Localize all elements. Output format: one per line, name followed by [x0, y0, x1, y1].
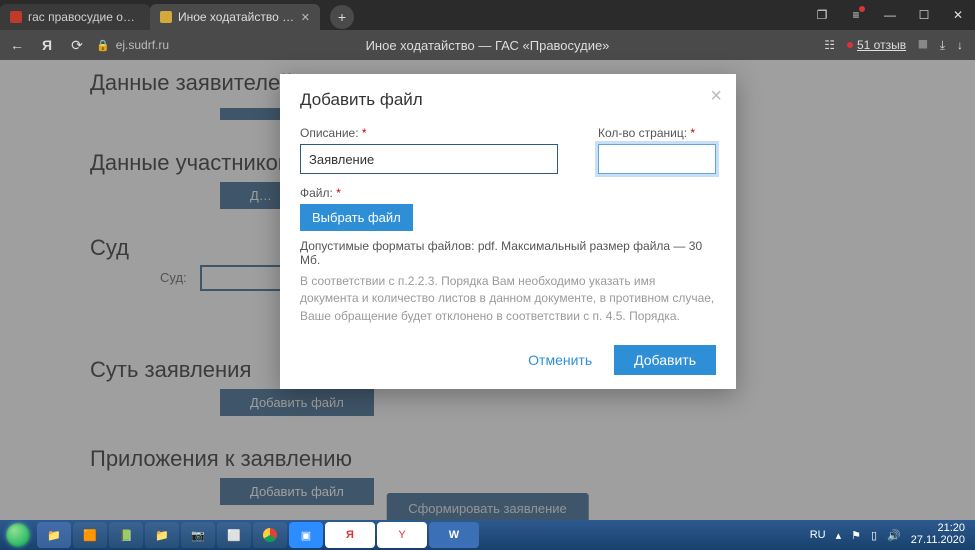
taskbar-chrome[interactable] — [253, 522, 287, 548]
windows-taskbar: 📁 🟧 📗 📁 📷 ⬜ ▣ Я Y W RU ▴ ⚑ ▯ 🔊 21:20 27.… — [0, 520, 975, 550]
tab-label: гас правосудие официаль — [28, 10, 140, 24]
file-hint: Допустимые форматы файлов: pdf. Максимал… — [300, 239, 716, 267]
file-note: В соответствии с п.2.2.3. Порядка Вам не… — [300, 273, 716, 325]
taskbar-app[interactable]: 📷 — [181, 522, 215, 548]
taskbar-yandex-search[interactable]: Я — [325, 522, 375, 548]
taskbar-app[interactable]: 🟧 — [73, 522, 107, 548]
file-label: Файл: * — [300, 186, 716, 200]
yandex-button[interactable]: Я — [36, 37, 58, 53]
window-copy-icon[interactable]: ❐ — [805, 0, 839, 30]
description-label: Описание: * — [300, 126, 574, 140]
window-maximize-button[interactable]: ☐ — [907, 0, 941, 30]
new-tab-button[interactable]: + — [330, 5, 354, 29]
browser-tab-active[interactable]: Иное ходатайство — Г… ✕ — [150, 4, 320, 30]
favicon — [160, 11, 172, 23]
window-titlebar: гас правосудие официаль Иное ходатайство… — [0, 0, 975, 30]
tab-label: Иное ходатайство — Г… — [178, 10, 295, 24]
modal-title: Добавить файл — [300, 90, 716, 110]
taskbar-yandex-browser[interactable]: Y — [377, 522, 427, 548]
taskbar-app[interactable]: 📁 — [37, 522, 71, 548]
add-button[interactable]: Добавить — [614, 345, 716, 375]
bookmark-icon[interactable]: ⯀ — [918, 38, 928, 53]
tray-network-icon[interactable]: ▯ — [871, 529, 877, 542]
browser-toolbar: ← Я ⟳ 🔒 ej.sudrf.ru Иное ходатайство — Г… — [0, 30, 975, 60]
description-input[interactable] — [300, 144, 558, 174]
cancel-button[interactable]: Отменить — [522, 351, 598, 369]
tray-flag-icon[interactable]: ⚑ — [851, 529, 861, 542]
favicon — [10, 11, 22, 23]
translate-icon[interactable]: ☷ — [824, 38, 835, 52]
tray-chevron-up-icon[interactable]: ▴ — [836, 529, 842, 542]
taskbar-zoom[interactable]: ▣ — [289, 522, 323, 548]
browser-tab-inactive[interactable]: гас правосудие официаль — [0, 4, 150, 30]
pages-input[interactable] — [598, 144, 716, 174]
reload-button[interactable]: ⟳ — [66, 37, 88, 54]
tray-lang[interactable]: RU — [810, 529, 826, 541]
url-text: ej.sudrf.ru — [116, 38, 169, 52]
start-button[interactable] — [0, 520, 36, 550]
back-button[interactable]: ← — [6, 37, 28, 53]
pages-label: Кол-во страниц: * — [598, 126, 716, 140]
tab-close-icon[interactable]: ✕ — [301, 11, 310, 24]
address-bar[interactable]: 🔒 ej.sudrf.ru Иное ходатайство — ГАС «Пр… — [96, 38, 816, 52]
taskbar-app[interactable]: 📗 — [109, 522, 143, 548]
extensions-icon[interactable]: ⤓ — [940, 38, 945, 53]
window-notif-icon[interactable]: ≡ — [839, 0, 873, 30]
system-tray: RU ▴ ⚑ ▯ 🔊 21:20 27.11.2020 — [810, 523, 975, 546]
tray-volume-icon[interactable]: 🔊 — [887, 529, 901, 542]
lock-icon: 🔒 — [96, 39, 110, 52]
add-file-modal: × Добавить файл Описание: * Кол-во стран… — [280, 74, 736, 389]
window-close-button[interactable]: ✕ — [941, 0, 975, 30]
choose-file-button[interactable]: Выбрать файл — [300, 204, 413, 231]
windows-orb-icon — [6, 523, 30, 547]
tray-clock[interactable]: 21:20 27.11.2020 — [911, 523, 965, 546]
window-minimize-button[interactable]: — — [873, 0, 907, 30]
page-title: Иное ходатайство — ГАС «Правосудие» — [366, 38, 610, 53]
modal-close-button[interactable]: × — [710, 86, 722, 106]
download-icon[interactable]: ↓ — [957, 38, 963, 52]
taskbar-app[interactable]: ⬜ — [217, 522, 251, 548]
taskbar-app[interactable]: 📁 — [145, 522, 179, 548]
taskbar-word[interactable]: W — [429, 522, 479, 548]
reviews-badge[interactable]: 51 отзыв — [847, 38, 906, 52]
